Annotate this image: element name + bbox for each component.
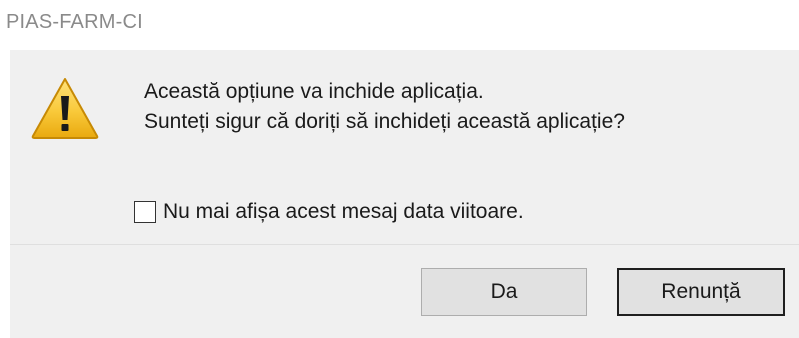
cancel-button[interactable]: Renunță [617,268,785,316]
dialog-message: Această opțiune va inchide aplicația. Su… [144,77,625,137]
dialog-body: Această opțiune va inchide aplicația. Su… [10,50,799,244]
window-title: PIAS-FARM-CI [6,11,143,33]
title-bar: PIAS-FARM-CI [0,0,799,50]
yes-button[interactable]: Da [421,268,587,316]
dont-show-again-checkbox[interactable] [134,201,156,223]
dont-show-again-option[interactable]: Nu mai afișa acest mesaj data viitoare. [134,199,524,225]
message-line-1: Această opțiune va inchide aplicația. [144,80,484,103]
dialog-footer: Da Renunță [10,245,799,338]
message-line-2: Sunteți sigur că doriți să inchideți ace… [144,110,625,133]
warning-icon [30,76,100,140]
dont-show-again-label[interactable]: Nu mai afișa acest mesaj data viitoare. [163,200,524,224]
